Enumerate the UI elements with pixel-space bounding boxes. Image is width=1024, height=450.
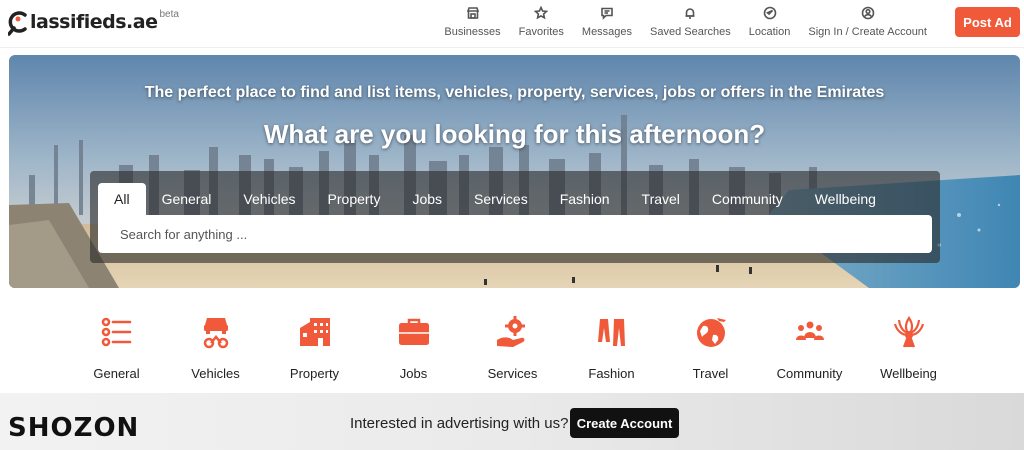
nav-favorites[interactable]: Favorites	[510, 6, 573, 38]
category-row: General Vehicles Property Jobs Services …	[67, 312, 958, 381]
location-arrow-icon	[763, 6, 776, 20]
header: lassifieds.ae beta Businesses Favorites …	[0, 0, 1024, 48]
category-fashion[interactable]: Fashion	[562, 312, 661, 381]
nav-label: Location	[748, 26, 791, 38]
category-vehicles[interactable]: Vehicles	[166, 312, 265, 381]
tab-all[interactable]: All	[98, 183, 146, 215]
shozon-logo[interactable]: SHOZON	[8, 413, 139, 443]
user-circle-icon	[861, 6, 874, 20]
advertising-banner: SHOZON Interested in advertising with us…	[0, 393, 1024, 450]
hero-banner: The perfect place to find and list items…	[9, 55, 1020, 288]
nav-label: Sign In / Create Account	[808, 26, 927, 38]
category-general[interactable]: General	[67, 312, 166, 381]
category-wellbeing[interactable]: Wellbeing	[859, 312, 958, 381]
message-icon	[601, 7, 613, 20]
category-label: Community	[776, 366, 843, 381]
category-jobs[interactable]: Jobs	[364, 312, 463, 381]
nav-sign-in[interactable]: Sign In / Create Account	[799, 6, 936, 38]
tab-services[interactable]: Services	[458, 183, 544, 215]
category-travel[interactable]: Travel	[661, 312, 760, 381]
tab-travel[interactable]: Travel	[626, 183, 696, 215]
category-label: Travel	[692, 366, 729, 381]
briefcase-icon	[394, 312, 434, 352]
beta-label: beta	[159, 9, 179, 20]
bell-icon	[685, 8, 695, 19]
nav-saved-searches[interactable]: Saved Searches	[641, 6, 740, 38]
nav-businesses[interactable]: Businesses	[435, 6, 509, 38]
category-label: Vehicles	[191, 366, 240, 381]
category-label: Property	[289, 366, 340, 381]
tab-property[interactable]: Property	[312, 183, 397, 215]
category-label: General	[93, 366, 140, 381]
create-account-button[interactable]: Create Account	[570, 408, 679, 438]
shozon-logo-text: SHOZON	[8, 413, 140, 443]
category-label: Fashion	[588, 366, 635, 381]
tab-community[interactable]: Community	[696, 183, 799, 215]
nav-messages[interactable]: Messages	[573, 6, 641, 38]
tab-jobs[interactable]: Jobs	[396, 183, 458, 215]
hero-question: What are you looking for this afternoon?	[263, 119, 766, 149]
gear-hand-icon	[493, 312, 533, 352]
people-icon	[790, 312, 830, 352]
nav-label: Businesses	[444, 26, 501, 38]
storefront-icon	[466, 7, 479, 19]
logo[interactable]: lassifieds.ae beta	[7, 8, 179, 38]
category-services[interactable]: Services	[463, 312, 562, 381]
post-ad-button[interactable]: Post Ad	[955, 7, 1020, 37]
search-input[interactable]	[98, 215, 932, 253]
search-panel: All General Vehicles Property Jobs Servi…	[90, 171, 940, 263]
building-icon	[295, 312, 335, 352]
star-icon	[534, 6, 549, 20]
banner-text: Interested in advertising with us?	[350, 415, 569, 432]
lotus-person-icon	[889, 312, 929, 352]
category-label: Jobs	[399, 366, 428, 381]
search-tabs: All General Vehicles Property Jobs Servi…	[98, 183, 892, 215]
logo-c-magnifier-icon	[7, 10, 30, 36]
hero-tagline: The perfect place to find and list items…	[144, 84, 885, 101]
category-community[interactable]: Community	[760, 312, 859, 381]
vehicles-icon	[196, 312, 236, 352]
globe-plane-icon	[691, 312, 731, 352]
category-label: Services	[487, 366, 538, 381]
tab-vehicles[interactable]: Vehicles	[227, 183, 311, 215]
top-nav: Businesses Favorites Messages Saved Sear…	[435, 6, 936, 38]
logo-text: lassifieds.ae	[30, 11, 158, 33]
nav-label: Messages	[581, 26, 633, 38]
nav-location[interactable]: Location	[740, 6, 800, 38]
tab-fashion[interactable]: Fashion	[544, 183, 626, 215]
tab-wellbeing[interactable]: Wellbeing	[799, 183, 892, 215]
tab-general[interactable]: General	[146, 183, 228, 215]
list-icon	[97, 312, 137, 352]
nav-label: Saved Searches	[650, 26, 731, 38]
nav-label: Favorites	[518, 26, 564, 38]
category-label: Wellbeing	[880, 366, 937, 381]
clothes-icon	[592, 312, 632, 352]
category-property[interactable]: Property	[265, 312, 364, 381]
